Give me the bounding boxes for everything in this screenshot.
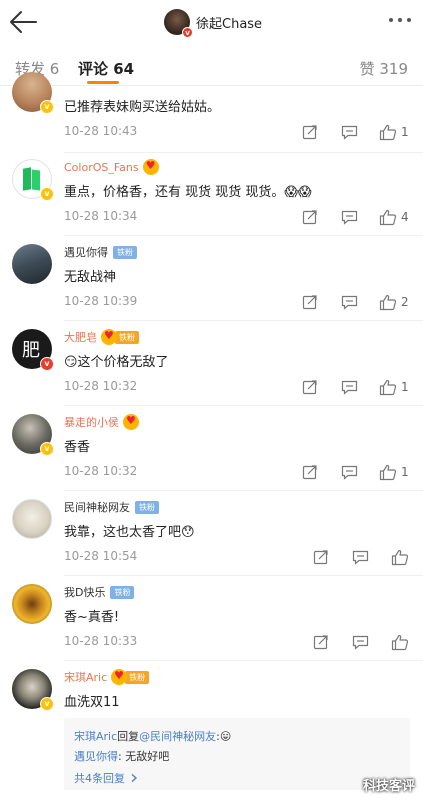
avatar[interactable]: v [12,669,54,711]
like-button[interactable]: 4 [379,208,409,226]
reply-preview[interactable]: 宋琪Aric回复@民间神秘网友:😛 遇见你得: 无敌好吧 共4条回复 [64,718,410,790]
like-button[interactable]: 1 [379,123,409,141]
avatar[interactable]: v [164,9,193,38]
tab-comments[interactable]: 评论 64 [78,58,134,79]
like-button[interactable]: 1 [379,463,409,481]
fan-badge: 铁粉 [113,245,137,259]
page-title: 徐起Chase [196,16,263,32]
heart-medal-icon [101,329,117,345]
fan-medal: 铁粉 [111,669,150,685]
repost-icon[interactable] [302,378,318,396]
fan-medal [123,414,139,430]
like-count: 1 [401,380,409,394]
repost-icon[interactable] [302,463,318,481]
comment-icon[interactable] [352,633,369,651]
verified-badge-icon: v [40,187,54,201]
repost-icon[interactable] [302,208,318,226]
repost-icon[interactable] [313,633,329,651]
comment-icon[interactable] [341,123,358,141]
comment-icon[interactable] [352,548,369,566]
avatar[interactable] [12,244,52,284]
thumbs-up-icon [379,294,397,310]
username[interactable]: 宋琪Aric [64,669,107,685]
chevron-right-icon [131,773,138,783]
comment-icon[interactable] [341,293,358,311]
like-button[interactable] [391,633,409,651]
comment-icon[interactable] [341,208,358,226]
thumbs-up-icon [379,379,397,395]
comment-text: 血洗双11 [64,695,120,710]
tab-bar: 转发 6 评论 64 赞 319 [0,44,423,86]
reply-username[interactable]: 遇见你得 [74,750,118,763]
reply-text: : 无敌好吧 [118,750,170,763]
repost-icon[interactable] [302,293,318,311]
fan-badge: 铁粉 [125,670,150,684]
avatar[interactable] [12,499,52,539]
reply-username[interactable]: 宋琪Aric [74,730,117,743]
verified-badge-icon: v [182,27,193,38]
like-count: 4 [401,210,409,224]
username[interactable]: 大肥皂 [64,329,97,345]
verified-badge-icon: v [40,442,54,456]
watermark: 科技客评 [362,779,415,794]
active-tab-indicator [87,81,119,84]
comment-text: 香~真香! [64,610,120,625]
comment-text: 香香 [64,440,91,455]
verified-badge-icon: v [40,100,54,114]
username[interactable]: ColorOS_Fans [64,161,139,174]
comment-icon[interactable] [341,463,358,481]
username[interactable]: 民间神秘网友 [64,499,130,515]
like-count: 2 [401,295,409,309]
thumbs-up-icon [379,124,397,140]
like-button[interactable]: 1 [379,378,409,396]
view-all-replies-label: 共4条回复 [74,772,125,785]
thumbs-up-icon [379,464,397,480]
fan-badge: 铁粉 [115,330,139,344]
heart-medal-icon [142,159,159,175]
top-bar: v 徐起Chase [0,0,423,44]
comment-text: 已推荐表妹购买送给姑姑。 [64,100,221,115]
post-author[interactable]: v 徐起Chase [164,8,263,38]
reply-text: :😛 [216,730,232,743]
comment-text: 我靠，这也太香了吧😯 [64,525,195,540]
repost-icon[interactable] [313,548,329,566]
avatar[interactable]: v [12,159,54,201]
comment-text: 😏这个价格无敌了 [64,355,169,370]
thumbs-up-icon [391,549,409,565]
thumbs-up-icon [379,209,397,225]
tab-likes[interactable]: 赞 319 [360,58,408,79]
avatar[interactable]: v [12,414,54,456]
thumbs-up-icon [391,634,409,650]
repost-icon[interactable] [302,123,318,141]
like-count: 1 [401,465,409,479]
username[interactable]: 暴走的小侯 [64,414,119,430]
fan-medal [142,159,159,175]
like-count: 1 [401,125,409,139]
verified-badge-icon: v [40,357,54,371]
avatar[interactable]: v [12,72,54,114]
back-arrow-icon[interactable] [8,9,38,35]
fan-badge: 铁粉 [135,500,159,514]
comment-text: 重点，价格香，还有 现货 现货 现货。😱😱 [64,185,312,200]
more-dots-icon[interactable] [389,18,411,22]
fan-medal: 铁粉 [101,329,139,345]
avatar[interactable]: 肥 v [12,329,54,371]
like-button[interactable] [391,548,409,566]
fan-badge: 铁粉 [110,585,135,599]
reply-mention[interactable]: @民间神秘网友 [139,730,216,743]
heart-medal-icon [123,414,139,430]
comment-text: 无敌战神 [64,270,117,285]
verified-badge-icon: v [40,697,54,711]
reply-verb: 回复 [117,730,140,743]
avatar[interactable] [12,584,52,624]
like-button[interactable]: 2 [379,293,409,311]
view-all-replies-link[interactable]: 共4条回复 [74,770,139,786]
comment-icon[interactable] [341,378,358,396]
username[interactable]: 我D快乐 [64,584,105,600]
username[interactable]: 遇见你得 [64,244,108,260]
